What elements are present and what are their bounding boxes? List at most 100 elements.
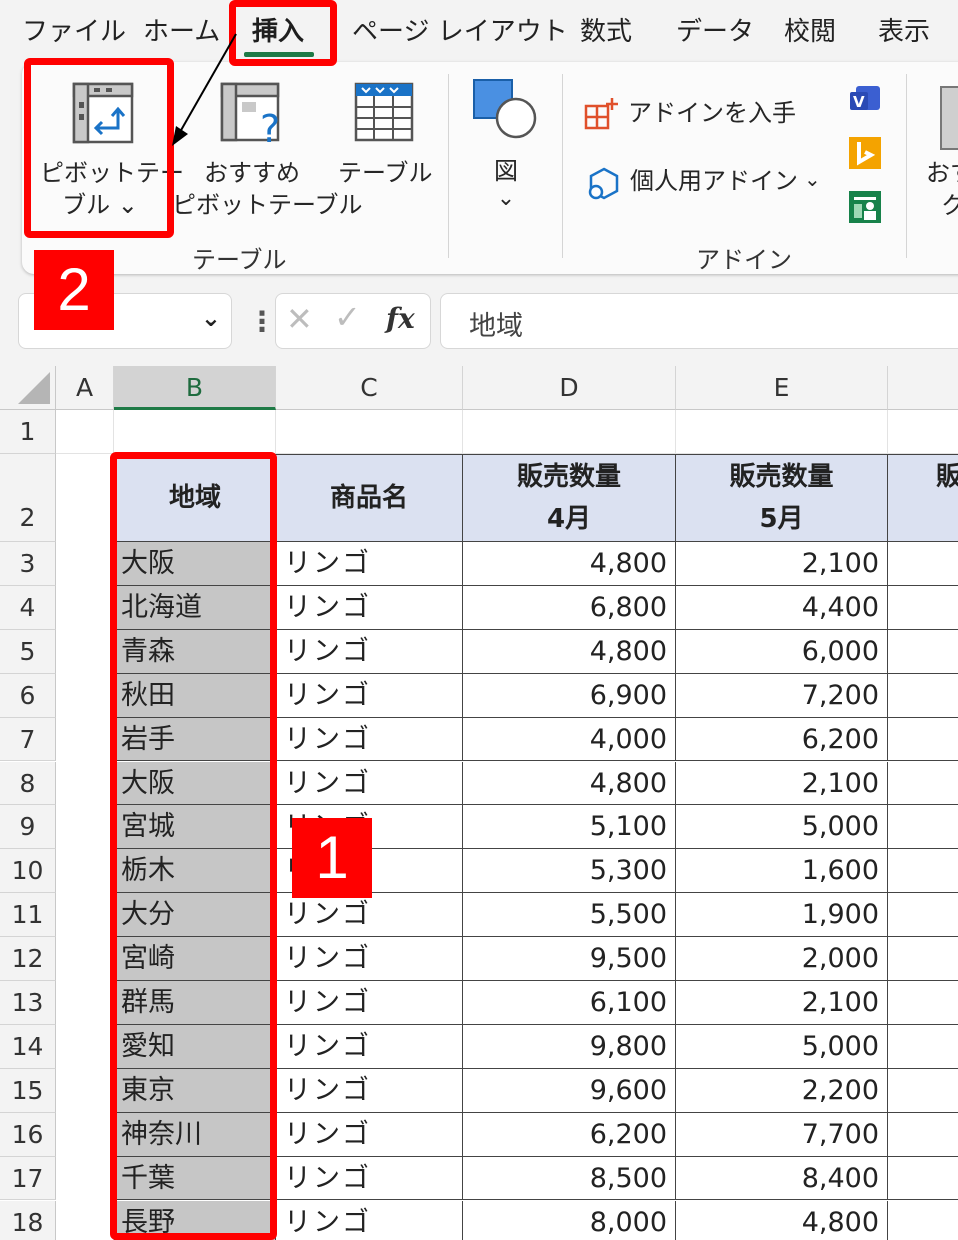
- tab-home[interactable]: ホーム: [143, 14, 220, 50]
- cell-qty-apr[interactable]: 4,000: [463, 717, 676, 762]
- header-qty-apr[interactable]: 販売数量 4月: [463, 454, 676, 542]
- cell-product[interactable]: リンゴ: [276, 717, 463, 762]
- row-header-16[interactable]: 16: [0, 1112, 56, 1157]
- cell-qty-may[interactable]: 6,000: [676, 629, 888, 674]
- cell-qty-may[interactable]: 2,000: [676, 937, 888, 981]
- row-header-13[interactable]: 13: [0, 981, 56, 1025]
- cell-next-cut[interactable]: [888, 542, 958, 586]
- cell-product[interactable]: リンゴ: [276, 1200, 463, 1240]
- cell-region[interactable]: 岩手: [114, 717, 276, 762]
- cell-next-cut[interactable]: [888, 937, 958, 981]
- cell-qty-apr[interactable]: 9,800: [463, 1024, 676, 1069]
- cell-product[interactable]: リンゴ: [276, 1156, 463, 1201]
- row-header-17[interactable]: 17: [0, 1156, 56, 1201]
- recommended-charts-button[interactable]: おす グ: [918, 70, 958, 234]
- cell-product[interactable]: リンゴ: [276, 1024, 463, 1069]
- cell-region[interactable]: 北海道: [114, 585, 276, 630]
- header-qty-may[interactable]: 販売数量 5月: [676, 454, 888, 542]
- illustrations-button[interactable]: 図 ⌄: [462, 70, 550, 234]
- cell-qty-may[interactable]: 2,100: [676, 761, 888, 806]
- cell-qty-may[interactable]: 7,700: [676, 1112, 888, 1157]
- cell-next-cut[interactable]: [888, 981, 958, 1025]
- cell-qty-apr[interactable]: 9,500: [463, 937, 676, 981]
- column-header-c[interactable]: C: [276, 366, 463, 410]
- chevron-down-icon[interactable]: ⌄: [804, 164, 821, 194]
- cell-qty-apr[interactable]: 8,500: [463, 1156, 676, 1201]
- cell-product[interactable]: リンゴ: [276, 585, 463, 630]
- cell-next-cut[interactable]: [888, 1025, 958, 1069]
- cell-region[interactable]: 大阪: [114, 761, 276, 806]
- header-next-cut[interactable]: 販: [888, 454, 958, 542]
- tab-formulas[interactable]: 数式: [580, 14, 632, 50]
- row-header-4[interactable]: 4: [0, 585, 56, 630]
- cell-qty-apr[interactable]: 4,800: [463, 761, 676, 806]
- row-header-3[interactable]: 3: [0, 542, 56, 586]
- cell-next-cut[interactable]: [888, 1113, 958, 1157]
- cell-region[interactable]: 秋田: [114, 673, 276, 718]
- cell-qty-apr[interactable]: 4,800: [463, 629, 676, 674]
- cell-region[interactable]: 栃木: [114, 849, 276, 894]
- cell-region[interactable]: 愛知: [114, 1024, 276, 1069]
- select-all-corner[interactable]: [0, 366, 56, 410]
- cell-region[interactable]: 神奈川: [114, 1112, 276, 1157]
- cell-next-cut[interactable]: [888, 630, 958, 674]
- cancel-icon[interactable]: ✕: [286, 300, 313, 338]
- cell-qty-apr[interactable]: 5,100: [463, 805, 676, 850]
- people-graph-icon[interactable]: [848, 190, 882, 224]
- cell-qty-apr[interactable]: 5,500: [463, 893, 676, 938]
- empty-row-1[interactable]: [56, 410, 958, 454]
- cell-next-cut[interactable]: [888, 1069, 958, 1113]
- cell-qty-may[interactable]: 2,100: [676, 542, 888, 586]
- table-button[interactable]: テーブル: [338, 70, 433, 234]
- tab-page-layout[interactable]: ページ レイアウト: [352, 14, 568, 50]
- row-header-18[interactable]: 18: [0, 1200, 56, 1240]
- cell-region[interactable]: 大分: [114, 893, 276, 938]
- cell-region[interactable]: 大阪: [114, 542, 276, 586]
- row-header-7[interactable]: 7: [0, 717, 56, 762]
- cell-next-cut[interactable]: [888, 762, 958, 806]
- cell-region[interactable]: 長野: [114, 1200, 276, 1240]
- chevron-down-icon[interactable]: ⌄: [201, 304, 221, 332]
- cell-region[interactable]: 青森: [114, 629, 276, 674]
- cell-next-cut[interactable]: [888, 718, 958, 762]
- cell-region[interactable]: 宮崎: [114, 937, 276, 981]
- cell-product[interactable]: リンゴ: [276, 981, 463, 1025]
- cell-next-cut[interactable]: [888, 586, 958, 630]
- column-header-e[interactable]: E: [676, 366, 888, 410]
- cell-qty-may[interactable]: 5,000: [676, 1024, 888, 1069]
- row-header-1[interactable]: 1: [0, 410, 56, 454]
- cell-product[interactable]: リンゴ: [276, 542, 463, 586]
- visio-icon[interactable]: V: [848, 82, 882, 116]
- cell-next-cut[interactable]: [888, 849, 958, 894]
- cell-product[interactable]: リンゴ: [276, 673, 463, 718]
- recommended-pivot-button[interactable]: ? おすすめ ピボットテーブル: [172, 70, 363, 234]
- cell-product[interactable]: リンゴ: [276, 1112, 463, 1157]
- cell-product[interactable]: リンゴ: [276, 1068, 463, 1113]
- tab-file[interactable]: ファイル: [22, 14, 126, 50]
- cell-region[interactable]: 千葉: [114, 1156, 276, 1201]
- tab-insert[interactable]: 挿入: [252, 14, 304, 50]
- cell-qty-apr[interactable]: 9,600: [463, 1068, 676, 1113]
- tab-data[interactable]: データ: [676, 14, 754, 50]
- cell-qty-apr[interactable]: 6,100: [463, 981, 676, 1025]
- cell-qty-may[interactable]: 2,200: [676, 1068, 888, 1113]
- cell-product[interactable]: リンゴ: [276, 893, 463, 938]
- cell-region[interactable]: 宮城: [114, 805, 276, 850]
- cell-qty-may[interactable]: 4,400: [676, 585, 888, 630]
- cell-qty-may[interactable]: 2,100: [676, 981, 888, 1025]
- row-header-5[interactable]: 5: [0, 629, 56, 674]
- header-product[interactable]: 商品名: [276, 454, 463, 542]
- row-header-14[interactable]: 14: [0, 1024, 56, 1069]
- get-addins-button[interactable]: アドインを入手: [584, 96, 814, 136]
- tab-review[interactable]: 校閲: [784, 14, 836, 50]
- row-header-9[interactable]: 9: [0, 805, 56, 850]
- my-addins-button[interactable]: 個人用アドイン ⌄: [584, 164, 830, 204]
- cell-qty-may[interactable]: 4,800: [676, 1200, 888, 1240]
- cell-qty-apr[interactable]: 5,300: [463, 849, 676, 894]
- row-header-12[interactable]: 12: [0, 937, 56, 981]
- column-header-a[interactable]: A: [56, 366, 114, 410]
- cell-qty-apr[interactable]: 8,000: [463, 1200, 676, 1240]
- cell-qty-apr[interactable]: 4,800: [463, 542, 676, 586]
- cell-next-cut[interactable]: [888, 674, 958, 718]
- cell-qty-may[interactable]: 7,200: [676, 673, 888, 718]
